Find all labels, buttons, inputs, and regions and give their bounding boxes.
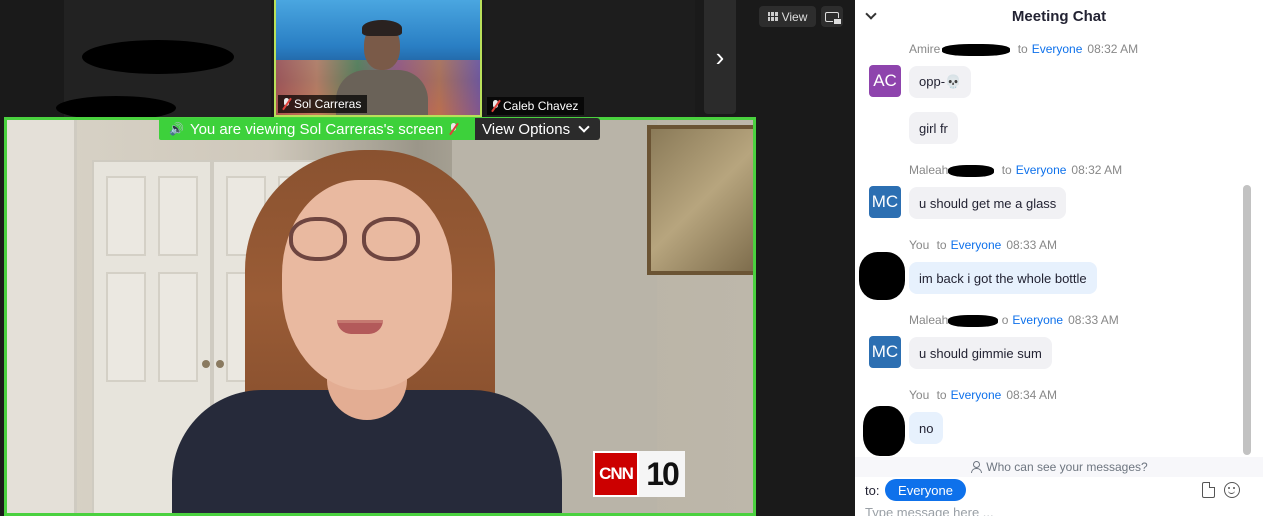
message-time: 08:34 AM [1006, 388, 1058, 402]
view-options-button[interactable]: View Options [475, 118, 600, 140]
layout-toggle-button[interactable] [821, 6, 843, 27]
redacted-name-scribble [948, 164, 995, 177]
shared-video-glasses [289, 217, 347, 261]
participant-name-tag: Caleb Chavez [487, 97, 585, 115]
message-bubble[interactable]: u should get me a glass [909, 187, 1067, 219]
view-button[interactable]: View [759, 6, 816, 27]
chevron-right-icon: › [715, 41, 725, 72]
redacted-name-scribble [948, 314, 999, 327]
message-sender: Maleah [909, 163, 949, 177]
picture-in-picture-icon [825, 11, 842, 25]
avatar[interactable]: MC [869, 186, 901, 218]
screen-share-banner: 🔊 You are viewing Sol Carreras's screen [159, 118, 475, 140]
shared-video-presenter-face [282, 180, 452, 390]
chat-title: Meeting Chat [1011, 7, 1107, 25]
chat-header: Meeting Chat [855, 0, 1263, 32]
message-header: You to Everyone 08:33 AM [909, 238, 1058, 252]
mic-muted-icon [282, 98, 291, 110]
participant-video-hair [362, 20, 402, 36]
shared-video-map-picture [647, 125, 753, 275]
message-sender: Amire [909, 42, 941, 56]
message-recipient[interactable]: Everyone [1032, 42, 1083, 56]
message-recipient[interactable]: Everyone [951, 238, 1002, 252]
message-bubble[interactable]: im back i got the whole bottle [909, 262, 1097, 294]
recipient-label: to: [865, 483, 880, 498]
participant-thumbnail-sol-carreras[interactable]: Sol Carreras [274, 0, 482, 117]
redacted-avatar-scribble [859, 252, 905, 300]
redacted-avatar-scribble [863, 406, 905, 456]
participant-thumbnail-redacted[interactable] [56, 0, 271, 120]
participant-thumbnail-caleb-chavez[interactable]: Caleb Chavez [485, 0, 695, 117]
shared-screen: CNN 10 [4, 117, 756, 516]
message-bubble[interactable]: u should gimmie sum [909, 337, 1052, 369]
message-recipient[interactable]: Everyone [951, 388, 1002, 402]
chat-message-list[interactable]: Amire to Everyone 08:32 AM AC opp-💀 girl f… [855, 34, 1245, 456]
message-input[interactable] [865, 503, 1245, 516]
view-button-label: View [781, 9, 808, 24]
message-time: 08:32 AM [1071, 163, 1123, 177]
shared-video-glasses [362, 217, 420, 261]
message-bubble[interactable]: no [909, 412, 944, 444]
avatar[interactable]: MC [869, 336, 901, 368]
chat-privacy-link[interactable]: Who can see your messages? [855, 457, 1263, 477]
message-recipient[interactable]: Everyone [1012, 313, 1063, 327]
mic-muted-icon [449, 123, 458, 135]
chat-privacy-text: Who can see your messages? [986, 460, 1148, 474]
avatar[interactable]: AC [869, 65, 901, 97]
cnn-logo-brand: CNN [593, 451, 639, 497]
message-bubble[interactable]: opp-💀 [909, 66, 972, 98]
next-page-button[interactable]: › [704, 0, 736, 114]
message-header: You to Everyone 08:34 AM [909, 388, 1058, 402]
message-header: Amire to Everyone 08:32 AM [909, 42, 1139, 56]
message-sender: You [909, 388, 930, 402]
chat-scrollbar[interactable] [1243, 185, 1251, 455]
message-bubble[interactable]: girl fr [909, 112, 958, 144]
participant-name-tag: Sol Carreras [278, 95, 368, 113]
message-sender: You [909, 238, 930, 252]
view-options-label: View Options [482, 120, 571, 138]
message-time: 08:33 AM [1068, 313, 1119, 327]
video-area: Sol Carreras Caleb Chavez › View CNN 10 … [0, 0, 855, 516]
message-recipient[interactable]: Everyone [1016, 163, 1067, 177]
recipient-selector[interactable]: Everyone [885, 479, 966, 501]
shared-video-presenter-mouth [337, 320, 383, 334]
message-header: Maleah to Everyone 08:32 AM [909, 163, 1123, 177]
redacted-name-scribble [82, 40, 234, 74]
speaker-icon: 🔊 [169, 122, 184, 136]
file-icon[interactable] [1202, 482, 1215, 498]
cnn-logo-number: 10 [639, 451, 685, 497]
message-header: Maleah o Everyone 08:33 AM [909, 313, 1119, 327]
person-icon [970, 461, 983, 473]
redacted-name-scribble [942, 43, 1011, 56]
chevron-down-icon [578, 120, 590, 133]
cnn-10-logo: CNN 10 [593, 451, 685, 497]
chevron-down-icon[interactable] [865, 8, 877, 20]
grid-view-icon [767, 12, 778, 21]
screen-share-banner-text: You are viewing Sol Carreras's screen [189, 120, 444, 138]
chat-panel: Meeting Chat Amire to Everyone 08:32 AM AC… [855, 0, 1263, 516]
emoji-icon[interactable] [1224, 482, 1240, 498]
zoom-meeting-window: Sol Carreras Caleb Chavez › View CNN 10 … [0, 0, 1263, 516]
message-time: 08:33 AM [1006, 238, 1058, 252]
participant-name: Sol Carreras [294, 97, 362, 111]
message-time: 08:32 AM [1087, 42, 1139, 56]
message-sender: Maleah [909, 313, 949, 327]
mic-muted-icon [491, 100, 500, 112]
shared-video-wall [7, 120, 77, 513]
participant-name: Caleb Chavez [503, 99, 579, 113]
